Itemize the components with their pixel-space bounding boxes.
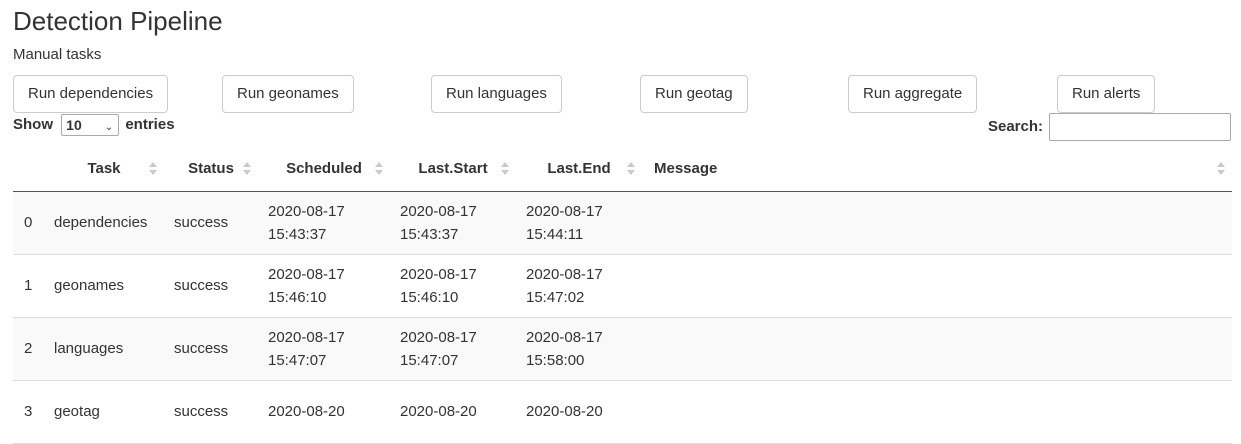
column-header-message[interactable]: Message [642,147,1232,192]
scheduled-date: 2020-08-20 [268,403,345,420]
last-end-cell: 2020-08-20 [516,380,642,444]
row-index: 3 [13,380,44,444]
run-languages-button[interactable]: Run languages [431,75,562,113]
scheduled-time: 15:47:07 [268,351,327,369]
column-header-index[interactable] [13,147,44,192]
scheduled-cell: 2020-08-20 [258,380,390,444]
status-cell: success [164,191,258,255]
last-start-cell: 2020-08-17 15:47:07 [390,317,516,381]
last-start-time: 15:43:37 [400,225,459,243]
last-start-cell: 2020-08-20 [390,380,516,444]
status-cell: success [164,380,258,444]
row-index: 1 [13,254,44,318]
table-row: 3 geotag success 2020-08-20 2020-08-20 2… [13,380,1232,444]
entries-length-control: Show 10 ⌄ entries [13,114,175,136]
column-header-status-label: Status [188,160,234,178]
scheduled-date: 2020-08-17 [268,202,345,220]
row-index: 2 [13,317,44,381]
run-alerts-button[interactable]: Run alerts [1057,75,1156,113]
message-cell [642,380,1232,444]
scheduled-cell: 2020-08-17 15:47:07 [258,317,390,381]
sort-icon [242,160,252,178]
entries-select[interactable]: 10 [61,114,120,136]
message-cell [642,317,1232,381]
search-input[interactable] [1049,113,1231,142]
tasks-table: Task Status Scheduled Last.Start Last.En… [13,147,1232,444]
last-start-time: 15:47:07 [400,351,459,369]
sort-icon [626,160,636,178]
table-row: 1 geonames success 2020-08-17 15:46:10 20… [13,254,1232,318]
page-title: Detection Pipeline [13,6,223,36]
column-header-last-start[interactable]: Last.Start [390,147,516,192]
status-cell: success [164,254,258,318]
table-row: 0 dependencies success 2020-08-17 15:43:3… [13,191,1232,255]
entries-label: entries [125,115,175,133]
section-subtitle: Manual tasks [13,46,102,63]
last-start-time: 15:46:10 [400,288,459,306]
message-cell [642,191,1232,255]
scheduled-cell: 2020-08-17 15:43:37 [258,191,390,255]
column-header-task[interactable]: Task [44,147,164,192]
column-header-last-end[interactable]: Last.End [516,147,642,192]
last-start-cell: 2020-08-17 15:43:37 [390,191,516,255]
last-end-date: 2020-08-17 [526,265,603,283]
last-start-date: 2020-08-17 [400,202,477,220]
scheduled-time: 15:43:37 [268,225,327,243]
column-header-message-label: Message [654,160,718,178]
task-cell: languages [44,317,164,381]
scheduled-time: 15:46:10 [268,288,327,306]
column-header-task-label: Task [87,160,121,178]
column-header-status[interactable]: Status [164,147,258,192]
last-end-date: 2020-08-17 [526,328,603,346]
task-cell: geotag [44,380,164,444]
scheduled-date: 2020-08-17 [268,265,345,283]
last-end-time: 15:44:11 [526,225,584,243]
column-header-scheduled[interactable]: Scheduled [258,147,390,192]
row-index: 0 [13,191,44,255]
last-end-cell: 2020-08-17 15:58:00 [516,317,642,381]
last-start-cell: 2020-08-17 15:46:10 [390,254,516,318]
last-end-date: 2020-08-20 [526,403,603,420]
search-control: Search: [987,113,1231,142]
status-cell: success [164,317,258,381]
column-header-last-start-label: Last.Start [418,160,488,178]
search-label: Search: [987,118,1043,135]
last-end-cell: 2020-08-17 15:47:02 [516,254,642,318]
last-start-date: 2020-08-17 [400,328,477,346]
last-end-time: 15:47:02 [526,288,585,306]
last-end-cell: 2020-08-17 15:44:11 [516,191,642,255]
column-header-scheduled-label: Scheduled [286,160,362,178]
last-start-date: 2020-08-17 [400,265,477,283]
table-row: 2 languages success 2020-08-17 15:47:07 2… [13,317,1232,381]
scheduled-cell: 2020-08-17 15:46:10 [258,254,390,318]
last-end-time: 15:58:00 [526,351,585,369]
run-geotag-button[interactable]: Run geotag [640,75,748,113]
task-cell: dependencies [44,191,164,255]
run-dependencies-button[interactable]: Run dependencies [13,75,169,113]
task-cell: geonames [44,254,164,318]
scheduled-date: 2020-08-17 [268,328,345,346]
last-end-date: 2020-08-17 [526,202,603,220]
sort-icon [1216,160,1226,178]
run-geonames-button[interactable]: Run geonames [222,75,354,113]
show-label: Show [13,115,53,133]
message-cell [642,254,1232,318]
column-header-last-end-label: Last.End [547,160,611,178]
sort-icon [148,160,158,178]
sort-icon [374,160,384,178]
last-start-date: 2020-08-20 [400,403,477,420]
sort-icon [500,160,510,178]
table-header-row: Task Status Scheduled Last.Start Last.En… [13,147,1232,192]
run-aggregate-button[interactable]: Run aggregate [848,75,978,113]
